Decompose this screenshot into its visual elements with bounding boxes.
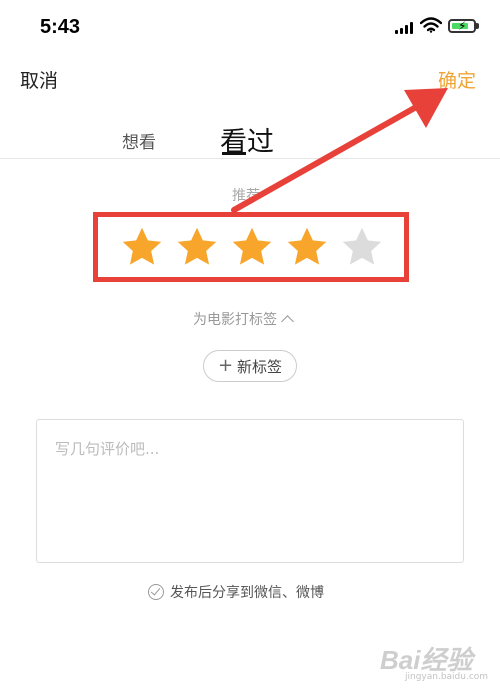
status-time: 5:43 [40,16,81,38]
watermark-url: jingyan.baidu.com [405,672,489,682]
wifi-icon [419,17,443,37]
tag-toggle-label: 为电影打标签 [193,312,277,328]
header-divider [0,158,500,159]
tag-toggle[interactable]: 为电影打标签 [193,309,294,329]
star-filled-icon[interactable] [120,225,164,269]
tab-want-to-watch[interactable]: 想看 [122,128,156,153]
share-label: 发布后分享到微信、微博 [170,585,324,601]
review-box [36,419,464,563]
check-circle-icon[interactable] [148,584,164,600]
review-input[interactable] [55,438,445,544]
battery-tip [476,23,479,29]
star-filled-icon[interactable] [230,225,274,269]
plus-icon: + [217,355,234,376]
chevron-up-icon [281,314,294,328]
rating-label: 推荐 [232,188,260,204]
cancel-button[interactable]: 取消 [20,66,58,93]
charging-bolt-icon: ⚡ [458,19,467,33]
star-filled-icon[interactable] [285,225,329,269]
new-tag-button[interactable]: + 新标签 [203,350,297,382]
new-tag-label: 新标签 [237,357,283,376]
active-tab-indicator [222,152,246,155]
confirm-button[interactable]: 确定 [438,66,476,93]
star-rating[interactable] [120,225,384,269]
cellular-signal-icon [395,22,413,34]
star-filled-icon[interactable] [175,225,219,269]
star-empty-icon[interactable] [340,225,384,269]
share-option[interactable]: 发布后分享到微信、微博 [148,582,324,602]
battery-icon: ⚡ [448,19,476,33]
